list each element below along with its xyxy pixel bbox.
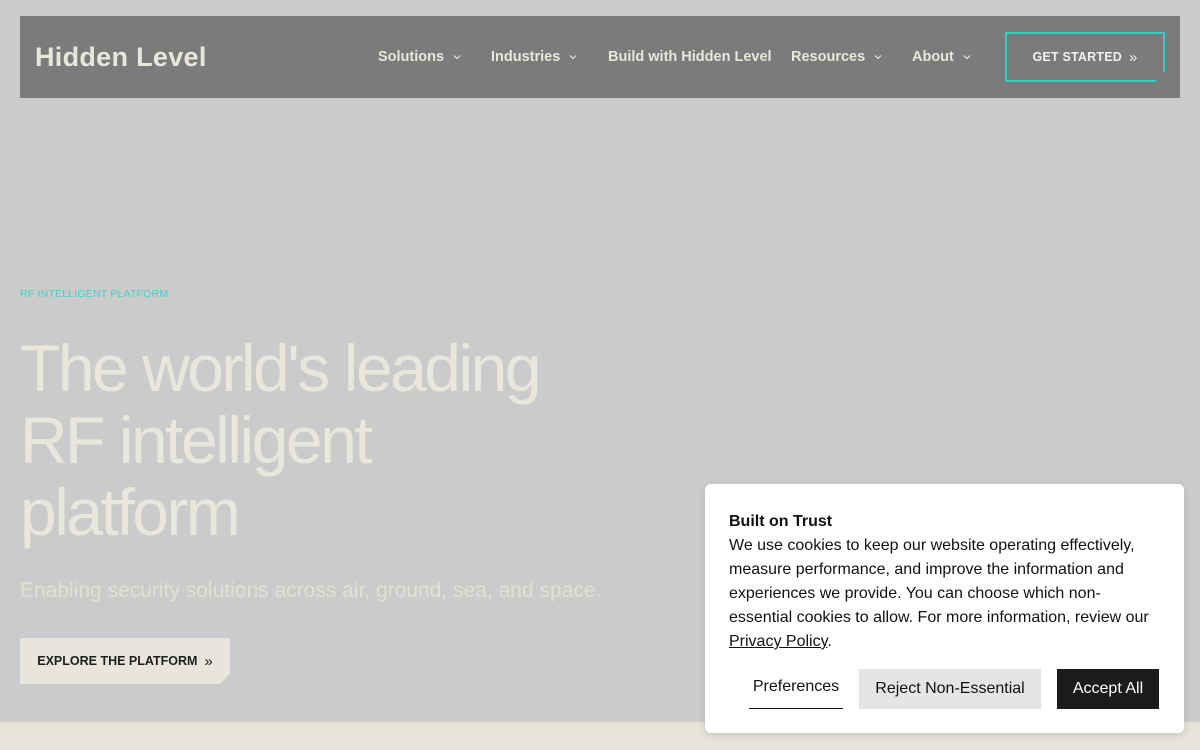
headline-line: RF intelligent [20, 403, 373, 477]
hero-subheadline: Enabling security solutions across air, … [20, 579, 602, 602]
reject-non-essential-button[interactable]: Reject Non-Essential [859, 669, 1041, 709]
cookie-button-row: Preferences Reject Non-Essential Accept … [705, 669, 1184, 709]
nav-item-label: Industries [491, 49, 561, 65]
nav-item-solutions[interactable]: Solutions [378, 49, 462, 65]
nav-item-resources[interactable]: Resources [791, 49, 883, 65]
nav-item-build-with-hidden-level[interactable]: Build with Hidden Level [608, 49, 772, 65]
cookie-title: Built on Trust [729, 513, 833, 530]
chevron-down-icon [963, 55, 971, 60]
cookie-body-text: We use cookies to keep our website opera… [729, 537, 1149, 626]
double-chevron-right-icon: » [204, 652, 213, 670]
chevron-down-icon [453, 55, 461, 60]
cookie-consent-dialog: Built on Trust We use cookies to keep ou… [705, 484, 1184, 733]
nav-item-label: Resources [791, 49, 866, 65]
nav-item-about[interactable]: About [912, 49, 972, 65]
chevron-down-icon [874, 55, 882, 60]
hero-headline: The world's leading RF intelligent platf… [20, 332, 620, 548]
nav-item-label: About [912, 49, 954, 65]
cookie-body-end: . [827, 633, 832, 650]
preferences-button[interactable]: Preferences [749, 669, 843, 709]
get-started-label: GET STARTED [1032, 50, 1122, 64]
explore-platform-button[interactable]: EXPLORE THE PLATFORM » [20, 638, 230, 684]
explore-label: EXPLORE THE PLATFORM [37, 654, 198, 668]
privacy-policy-link[interactable]: Privacy Policy [729, 633, 827, 650]
headline-line: The world's leading [20, 331, 542, 405]
hero-eyebrow: RF INTELLIGENT PLATFORM [20, 288, 169, 300]
nav-item-label: Build with Hidden Level [608, 49, 772, 65]
nav-item-industries[interactable]: Industries [491, 49, 578, 65]
nav-item-label: Solutions [378, 49, 445, 65]
site-logo[interactable]: Hidden Level [35, 42, 207, 73]
top-navigation: Hidden Level Solutions Industries Build … [20, 16, 1180, 98]
chevron-down-icon [569, 55, 577, 60]
double-chevron-right-icon: » [1128, 48, 1138, 66]
headline-line: platform [20, 475, 241, 549]
cookie-body: We use cookies to keep our website opera… [729, 534, 1159, 654]
get-started-button[interactable]: GET STARTED » [1005, 32, 1165, 82]
accept-all-button[interactable]: Accept All [1057, 669, 1159, 709]
